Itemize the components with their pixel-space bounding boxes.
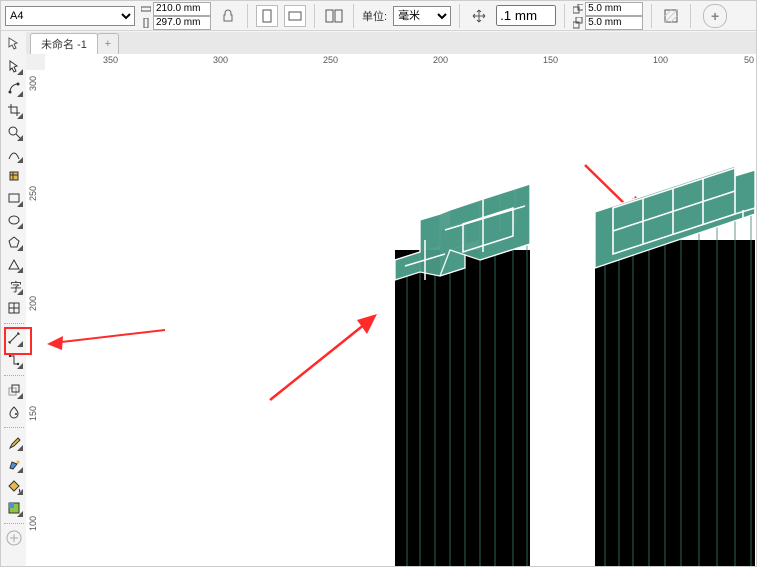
units-label: 单位:	[362, 8, 387, 24]
zoom-tool[interactable]	[4, 122, 24, 142]
ruler-label: 100	[653, 55, 668, 65]
rectangle-tool[interactable]	[4, 188, 24, 208]
toolbox-separator	[4, 426, 24, 428]
ruler-label: 100	[28, 516, 38, 531]
interactive-fill-tool[interactable]	[4, 476, 24, 496]
new-document-tab-button[interactable]: +	[97, 33, 119, 54]
document-tab-strip: 未命名 -1 +	[26, 32, 756, 55]
ruler-label: 250	[28, 186, 38, 201]
drawing-canvas[interactable]	[45, 70, 756, 566]
shape-tool[interactable]	[4, 78, 24, 98]
page-width-input[interactable]	[153, 2, 211, 16]
page-height-input[interactable]	[153, 16, 211, 30]
property-bar: A4 单位: 毫米	[1, 1, 756, 31]
pick-tool[interactable]	[4, 56, 24, 76]
annotation-arrow	[47, 330, 165, 350]
smart-fill-tool[interactable]	[4, 166, 24, 186]
width-icon	[141, 4, 151, 14]
ruler-label: 300	[213, 55, 228, 65]
document-tab-label: 未命名 -1	[41, 36, 87, 52]
nudge-distance-input[interactable]	[496, 5, 556, 26]
document-tab[interactable]: 未命名 -1	[30, 33, 98, 54]
ruler-origin[interactable]	[26, 54, 46, 71]
dimension-tool[interactable]	[4, 328, 24, 348]
ellipse-tool[interactable]	[4, 210, 24, 230]
ruler-label: 300	[28, 76, 38, 91]
orientation-portrait-button[interactable]	[256, 5, 278, 27]
outline-pen-tool[interactable]	[4, 454, 24, 474]
toolbox-separator	[4, 322, 24, 324]
freehand-tool[interactable]	[4, 144, 24, 164]
toolbox-separator	[4, 522, 24, 524]
ruler-label: 250	[323, 55, 338, 65]
crop-tool[interactable]	[4, 100, 24, 120]
interactive-effects-tool[interactable]	[4, 380, 24, 400]
canvas-artwork	[45, 70, 756, 566]
dup-x-icon	[573, 4, 583, 14]
separator	[459, 4, 460, 28]
annotation-arrow	[270, 314, 377, 400]
units-select[interactable]: 毫米	[393, 6, 451, 26]
text-tool[interactable]: 字	[4, 276, 24, 296]
duplicate-x-input[interactable]	[585, 2, 643, 16]
separator	[651, 4, 652, 28]
height-icon	[141, 18, 151, 28]
ruler-label: 200	[433, 55, 448, 65]
basic-shapes-tool[interactable]	[4, 254, 24, 274]
ruler-label: 150	[543, 55, 558, 65]
separator	[247, 4, 248, 28]
eyedropper-tool[interactable]	[4, 432, 24, 452]
toolbox-separator	[4, 374, 24, 376]
add-tool-button[interactable]	[4, 528, 24, 548]
polygon-tool[interactable]	[4, 232, 24, 252]
ruler-label: 50	[744, 55, 754, 65]
tab-selector-icon[interactable]	[1, 32, 27, 54]
separator	[353, 4, 354, 28]
ruler-label: 350	[103, 55, 118, 65]
vertical-ruler[interactable]: 300 250 200 150 100	[26, 70, 46, 566]
orientation-landscape-button[interactable]	[284, 5, 306, 27]
connector-tool[interactable]	[4, 350, 24, 370]
dup-y-icon	[573, 18, 583, 28]
separator	[564, 4, 565, 28]
horizontal-ruler[interactable]: 350 300 250 200 150 100 50	[45, 54, 756, 71]
table-tool[interactable]	[4, 298, 24, 318]
duplicate-distance	[573, 2, 643, 30]
lock-ratio-icon[interactable]	[217, 5, 239, 27]
separator	[314, 4, 315, 28]
page-dimensions	[141, 2, 211, 30]
treat-as-filled-icon[interactable]	[660, 5, 682, 27]
toolbox: 字	[1, 54, 27, 566]
ruler-label: 200	[28, 296, 38, 311]
duplicate-y-input[interactable]	[585, 16, 643, 30]
transparency-tool[interactable]	[4, 402, 24, 422]
artwork-left-glyph	[395, 184, 530, 566]
artwork-right-glyph	[595, 166, 755, 566]
apply-page-layout-icon[interactable]	[323, 5, 345, 27]
mesh-fill-tool[interactable]	[4, 498, 24, 518]
paper-size-select[interactable]: A4	[5, 6, 135, 26]
ruler-label: 150	[28, 406, 38, 421]
options-plus-button[interactable]: +	[703, 4, 727, 28]
nudge-icon	[468, 5, 490, 27]
separator	[690, 4, 691, 28]
